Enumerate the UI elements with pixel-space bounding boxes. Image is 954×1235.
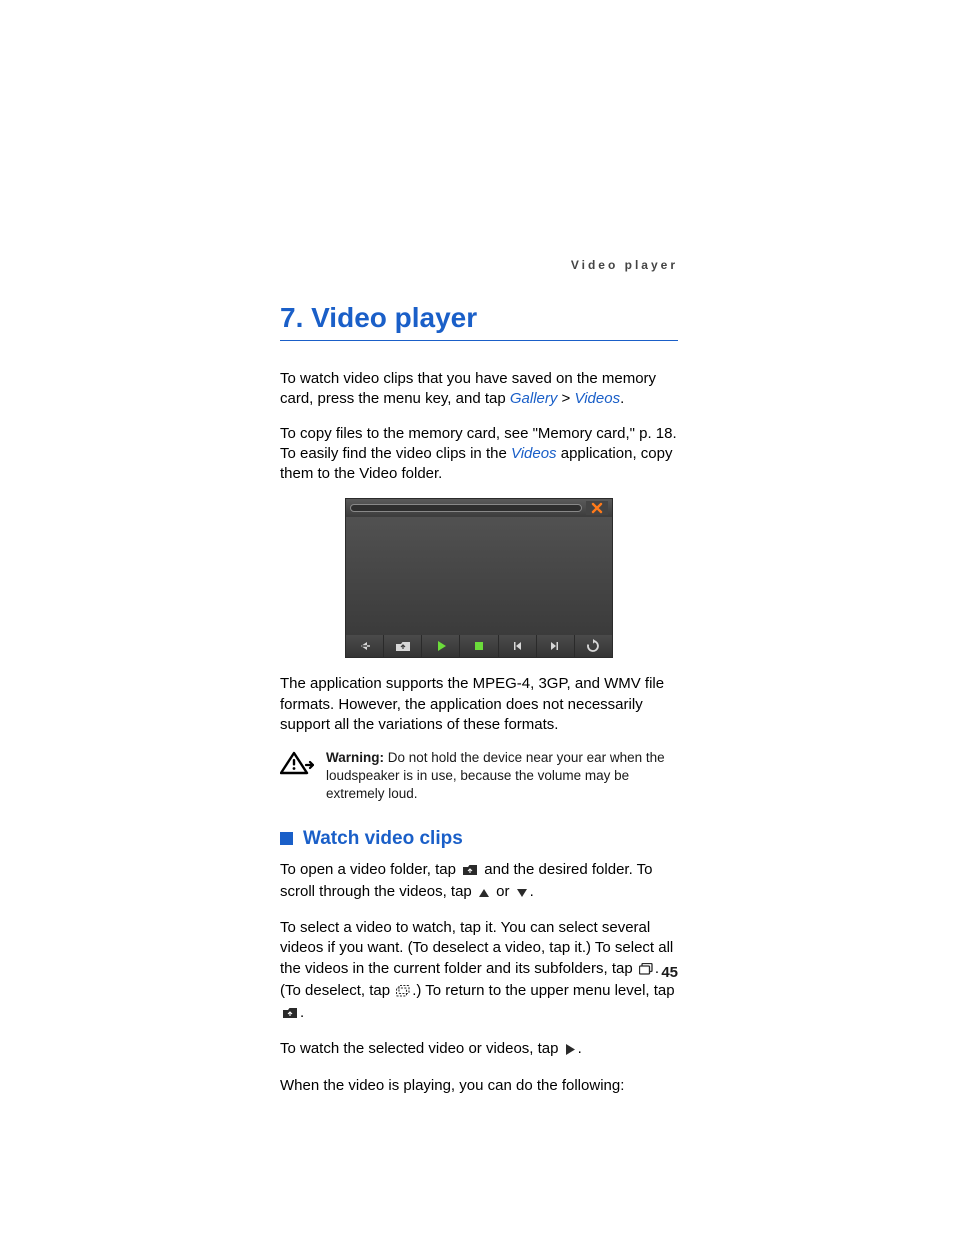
play-icon [435,640,447,652]
text: To watch the selected video or videos, t… [280,1040,563,1057]
play-inline-icon [565,1041,576,1061]
repeat-button[interactable] [575,635,612,657]
paragraph-open-folder: To open a video folder, tap and the desi… [280,860,678,905]
player-window [345,498,613,658]
paragraph-copy: To copy files to the memory card, see "M… [280,424,678,485]
paragraph-playing: When the video is playing, you can do th… [280,1076,678,1096]
skip-previous-icon [511,640,523,652]
link-gallery[interactable]: Gallery [510,390,558,407]
scroll-up-icon [478,884,490,904]
folder-up-inline-icon [282,1005,298,1025]
video-area[interactable] [346,517,612,635]
text: To open a video folder, tap [280,861,460,878]
close-button[interactable] [586,501,608,515]
section-title-text: Watch video clips [303,828,463,850]
text: . [300,1004,304,1021]
folder-open-icon [462,862,478,882]
running-header: Video player [280,258,678,272]
back-button[interactable] [346,635,384,657]
warning-block: Warning: Do not hold the device near you… [280,749,678,804]
scroll-down-icon [516,884,528,904]
paragraph-intro: To watch video clips that you have saved… [280,369,678,410]
square-bullet-icon [280,832,293,845]
player-toolbar [346,635,612,657]
text: > [557,390,574,407]
warning-text: Warning: Do not hold the device near you… [326,749,678,804]
skip-next-icon [549,640,561,652]
paragraph-formats: The application supports the MPEG-4, 3GP… [280,674,678,735]
link-videos-app[interactable]: Videos [511,445,557,462]
chapter-heading: 7. Video player [280,302,678,341]
video-player-screenshot [345,498,613,658]
play-button[interactable] [422,635,460,657]
prev-track-button[interactable] [499,635,537,657]
text: or [492,883,514,900]
stop-button[interactable] [460,635,498,657]
text: . [530,883,534,900]
arrow-left-icon [358,640,372,652]
paragraph-watch: To watch the selected video or videos, t… [280,1039,678,1061]
progress-bar[interactable] [350,504,582,512]
section-heading: Watch video clips [280,828,678,850]
link-videos[interactable]: Videos [574,390,620,407]
folder-up-button[interactable] [384,635,422,657]
stop-icon [473,640,485,652]
close-x-icon [591,502,603,514]
chapter-title-text: Video player [311,302,477,333]
text: . [578,1040,582,1057]
repeat-icon [586,639,600,653]
chapter-number: 7. [280,302,303,333]
text: .) To return to the upper menu level, ta… [412,982,674,999]
page-number: 45 [280,964,678,981]
manual-page: Video player 7. Video player To watch vi… [280,258,678,1110]
warning-label: Warning: [326,750,384,765]
player-titlebar [346,499,612,517]
deselect-all-icon [396,983,410,1003]
next-track-button[interactable] [537,635,575,657]
text: . [620,390,624,407]
warning-triangle-icon [280,749,314,782]
folder-up-icon [395,640,411,652]
